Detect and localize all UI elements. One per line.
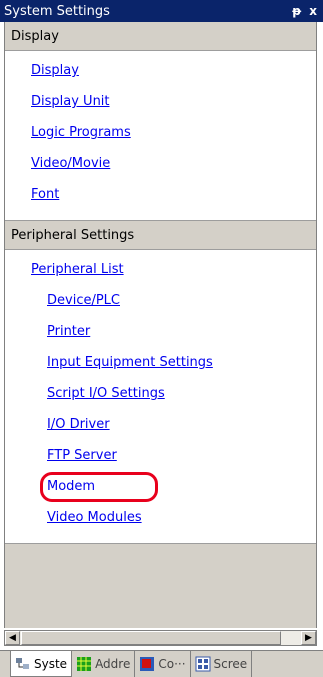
tab-address[interactable]: Addre <box>72 651 136 677</box>
section-header-peripheral: Peripheral Settings <box>5 221 316 249</box>
pin-icon[interactable]: ᵽ <box>292 4 301 18</box>
link-video-modules[interactable]: Video Modules <box>5 502 316 533</box>
tab-system-settings[interactable]: Syste <box>10 651 73 677</box>
scroll-thumb[interactable] <box>21 631 281 645</box>
screen-list-icon <box>195 656 211 672</box>
link-ftp-server[interactable]: FTP Server <box>5 440 316 471</box>
tab-components[interactable]: Co··· <box>135 651 191 677</box>
tab-label: Addre <box>95 657 131 671</box>
panel-titlebar: System Settings ᵽ x <box>0 0 323 22</box>
link-modem-label: Modem <box>47 479 96 494</box>
close-icon[interactable]: x <box>309 4 317 18</box>
tab-label: Scree <box>213 657 248 671</box>
section-header-display: Display <box>5 22 316 50</box>
link-display[interactable]: Display <box>5 55 316 86</box>
link-printer[interactable]: Printer <box>5 316 316 347</box>
panel-title: System Settings <box>4 3 110 19</box>
horizontal-scrollbar[interactable]: ◀ ▶ <box>4 630 317 646</box>
link-input-equipment-settings[interactable]: Input Equipment Settings <box>5 347 316 378</box>
grid-icon <box>76 656 92 672</box>
link-logic-programs[interactable]: Logic Programs <box>5 117 316 148</box>
tab-screen-list[interactable]: Scree <box>191 651 253 677</box>
link-video-movie[interactable]: Video/Movie <box>5 148 316 179</box>
bottom-tabbar: Syste Addre Co··· Scree <box>0 650 323 677</box>
scroll-right-icon[interactable]: ▶ <box>301 631 316 645</box>
system-settings-panel: Display Display Display Unit Logic Progr… <box>4 22 317 628</box>
link-peripheral-list[interactable]: Peripheral List <box>5 254 316 285</box>
tree-icon <box>15 656 31 672</box>
link-font[interactable]: Font <box>5 179 316 210</box>
section-display-links: Display Display Unit Logic Programs Vide… <box>5 50 316 221</box>
link-io-driver[interactable]: I/O Driver <box>5 409 316 440</box>
modem-highlight-circle: Modem <box>40 472 159 502</box>
tab-label: Co··· <box>158 657 186 671</box>
link-script-io-settings[interactable]: Script I/O Settings <box>5 378 316 409</box>
titlebar-controls: ᵽ x <box>292 4 317 18</box>
link-modem[interactable]: Modem <box>5 471 316 502</box>
component-icon <box>139 656 155 672</box>
scroll-left-icon[interactable]: ◀ <box>5 631 20 645</box>
tab-label: Syste <box>34 656 68 671</box>
section-peripheral-links: Peripheral List Device/PLC Printer Input… <box>5 249 316 544</box>
link-display-unit[interactable]: Display Unit <box>5 86 316 117</box>
link-device-plc[interactable]: Device/PLC <box>5 285 316 316</box>
